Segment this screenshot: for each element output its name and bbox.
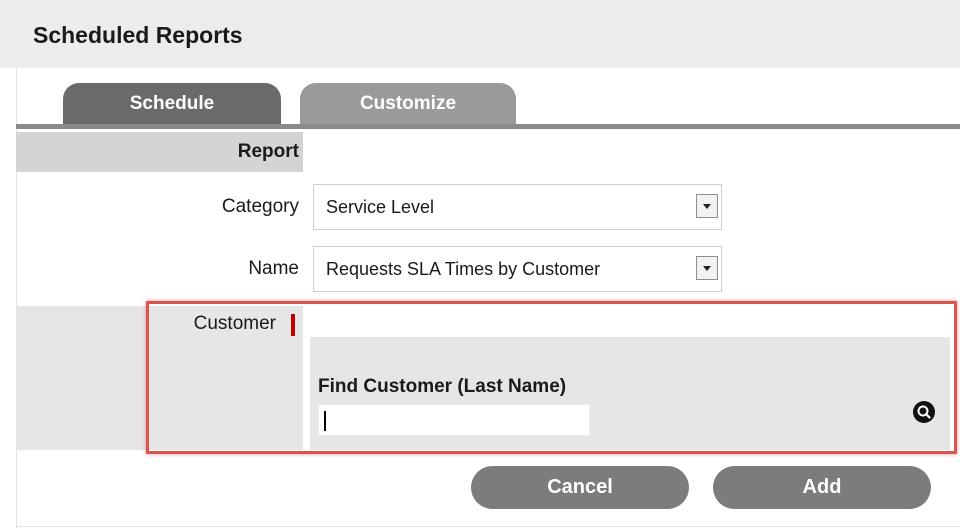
chevron-down-icon[interactable] <box>696 256 718 280</box>
tab-divider <box>16 124 960 129</box>
tab-schedule[interactable]: Schedule <box>63 83 281 125</box>
tab-customize[interactable]: Customize <box>300 83 516 125</box>
category-label: Category <box>221 196 299 217</box>
add-button[interactable]: Add <box>713 466 931 509</box>
report-name-select-value: Requests SLA Times by Customer <box>326 259 601 279</box>
required-indicator <box>291 314 295 336</box>
report-name-select[interactable]: Requests SLA Times by Customer <box>313 246 722 292</box>
page-header: Scheduled Reports <box>0 0 960 68</box>
footer-divider <box>16 526 960 527</box>
name-label: Name <box>248 258 299 279</box>
find-customer-label: Find Customer (Last Name) <box>318 376 567 397</box>
chevron-down-icon[interactable] <box>696 194 718 218</box>
category-select[interactable]: Service Level <box>313 184 722 230</box>
category-select-value: Service Level <box>326 197 435 217</box>
text-caret <box>324 411 326 431</box>
page-title: Scheduled Reports <box>33 22 243 48</box>
search-icon[interactable] <box>913 401 935 423</box>
find-customer-input[interactable] <box>318 404 590 436</box>
customer-label: Customer <box>193 313 276 334</box>
cancel-button[interactable]: Cancel <box>471 466 689 509</box>
report-section-label: Report <box>237 141 299 162</box>
